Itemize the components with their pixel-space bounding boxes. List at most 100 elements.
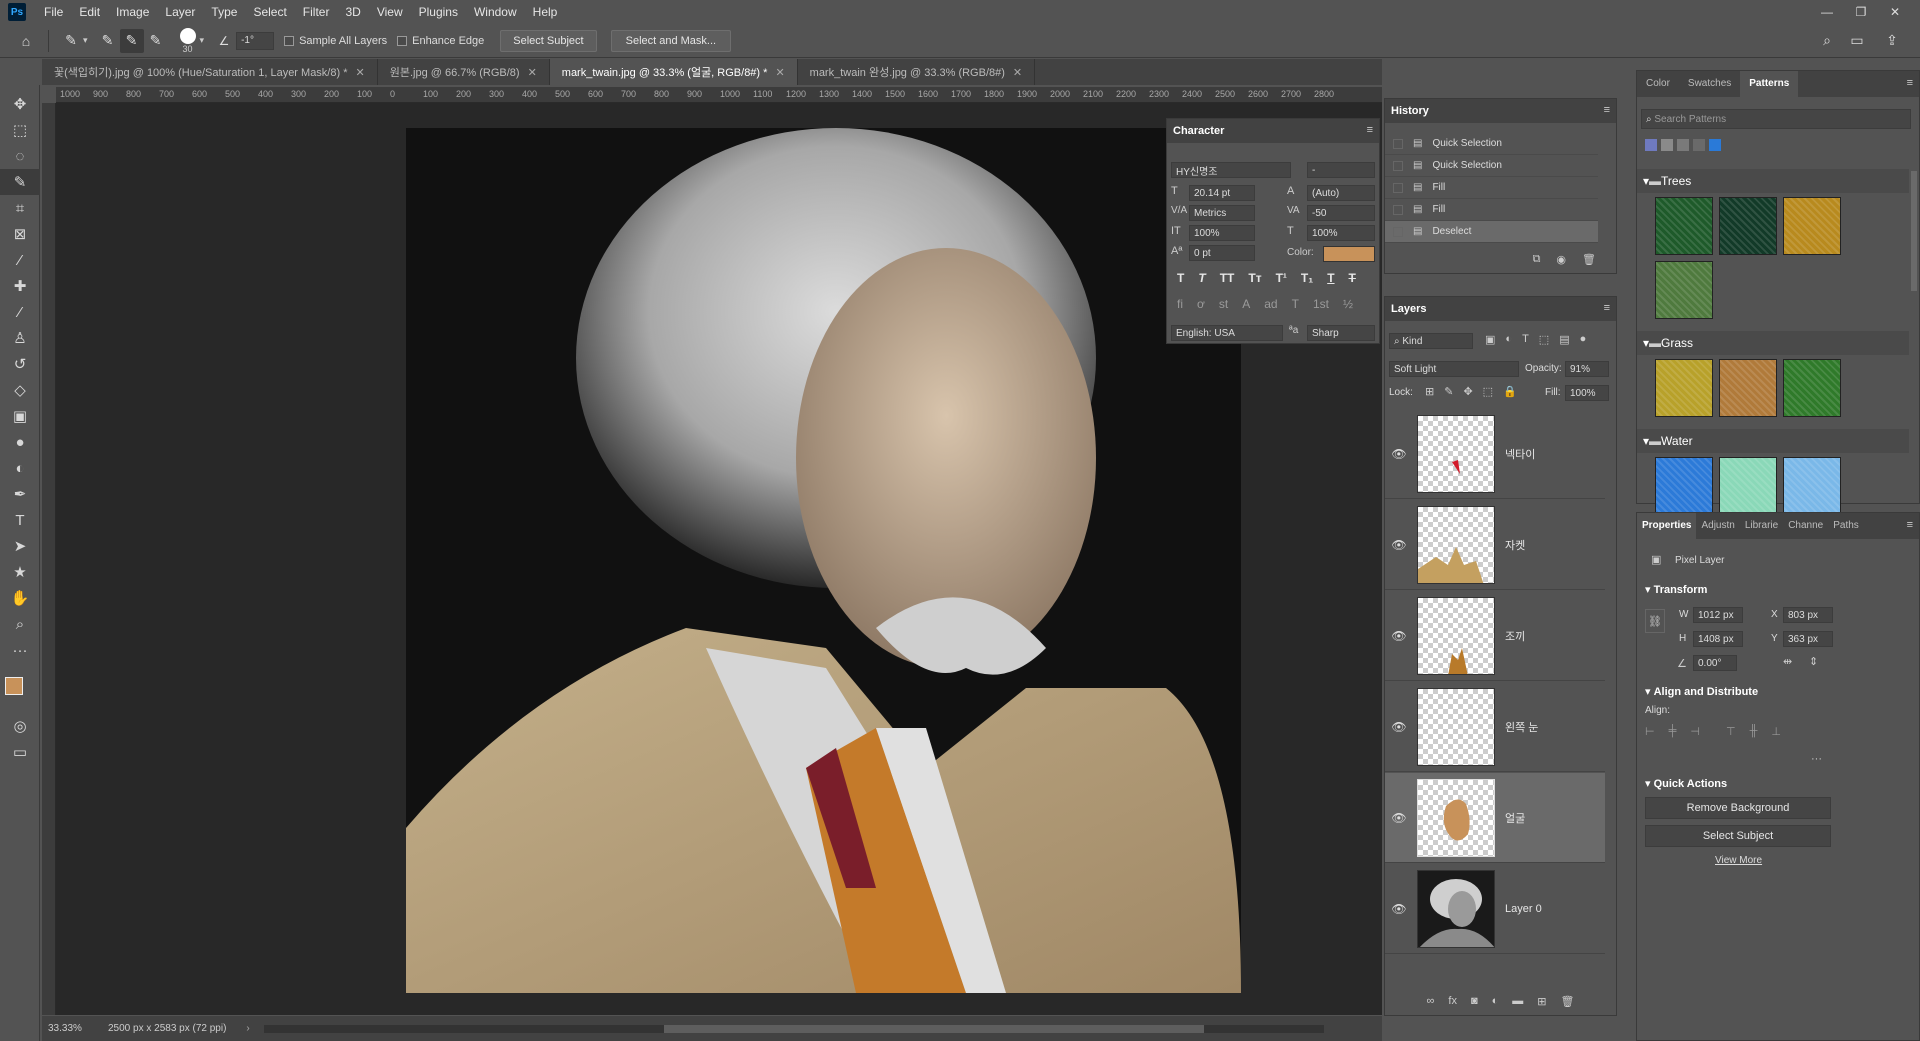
strikethrough-icon[interactable]: T bbox=[1349, 271, 1356, 285]
close-window-icon[interactable]: ✕ bbox=[1878, 0, 1912, 24]
pattern-swatch[interactable] bbox=[1719, 359, 1777, 417]
lock-transparency-icon[interactable]: ⊞ bbox=[1425, 385, 1434, 398]
foreground-color-swatch[interactable] bbox=[5, 677, 23, 695]
panel-menu-icon[interactable]: ≡ bbox=[1907, 519, 1913, 531]
add-mask-icon[interactable]: ◙ bbox=[1471, 995, 1478, 1007]
move-tool-icon[interactable]: ✥ bbox=[0, 91, 40, 117]
subscript-icon[interactable]: T₁ bbox=[1301, 271, 1313, 285]
menu-view[interactable]: View bbox=[369, 0, 411, 24]
layers-panel-title[interactable]: Layers bbox=[1385, 297, 1616, 321]
history-panel-title[interactable]: History bbox=[1385, 99, 1616, 123]
history-brush-tool-icon[interactable]: ↺ bbox=[0, 351, 40, 377]
tab-librarie[interactable]: Librarie bbox=[1740, 513, 1783, 539]
blend-mode-select[interactable]: Soft Light bbox=[1389, 361, 1519, 377]
crop-tool-icon[interactable]: ⌗ bbox=[0, 195, 40, 221]
brush-dropdown-icon[interactable]: ▾ bbox=[200, 35, 205, 46]
history-checkbox[interactable] bbox=[1393, 138, 1403, 149]
new-group-icon[interactable]: ▬ bbox=[1512, 995, 1523, 1007]
adjustment-layer-icon[interactable]: ◐ bbox=[1492, 995, 1499, 1007]
flip-vertical-icon[interactable]: ⇕ bbox=[1809, 655, 1818, 668]
history-checkbox[interactable] bbox=[1393, 160, 1403, 171]
pattern-swatch[interactable] bbox=[1655, 457, 1713, 515]
new-layer-icon[interactable]: ⊞ bbox=[1537, 995, 1546, 1008]
eye-visibility-icon[interactable]: 👁 bbox=[1385, 902, 1413, 916]
preset-thumb-icon[interactable] bbox=[1709, 139, 1721, 151]
all-caps-icon[interactable]: TT bbox=[1220, 271, 1235, 285]
brush-size-picker[interactable]: 30 bbox=[179, 27, 196, 54]
share-icon[interactable]: ⇪ bbox=[1880, 29, 1904, 53]
pattern-swatch[interactable] bbox=[1719, 457, 1777, 515]
frame-tool-icon[interactable]: ⊠ bbox=[0, 221, 40, 247]
close-tab-icon[interactable]: ✕ bbox=[356, 66, 365, 79]
horizontal-scrollbar[interactable] bbox=[263, 1024, 1324, 1033]
lasso-tool-icon[interactable]: ◌ bbox=[0, 143, 40, 169]
search-icon[interactable]: ⌕ bbox=[1815, 29, 1839, 53]
document-tab[interactable]: mark_twain.jpg @ 33.3% (얼굴, RGB/8#) * ✕ bbox=[549, 59, 798, 85]
baseline-shift-input[interactable]: 0 pt bbox=[1189, 245, 1255, 261]
history-state[interactable]: ▤ Fill bbox=[1385, 177, 1598, 199]
healing-brush-tool-icon[interactable]: ✚ bbox=[0, 273, 40, 299]
hand-tool-icon[interactable]: ✋ bbox=[0, 585, 40, 611]
new-selection-icon[interactable]: ✎ bbox=[96, 29, 120, 53]
underline-icon[interactable]: T bbox=[1327, 271, 1334, 285]
document-image[interactable] bbox=[406, 128, 1241, 993]
quick-actions-section[interactable]: ▾ Quick Actions bbox=[1645, 777, 1920, 791]
ligature-icon[interactable]: fi bbox=[1177, 297, 1183, 311]
character-panel-title[interactable]: Character bbox=[1167, 119, 1379, 143]
pattern-swatch[interactable] bbox=[1783, 359, 1841, 417]
menu-help[interactable]: Help bbox=[525, 0, 566, 24]
menu-3d[interactable]: 3D bbox=[337, 0, 368, 24]
tab-properties[interactable]: Properties bbox=[1637, 513, 1697, 539]
menu-layer[interactable]: Layer bbox=[157, 0, 203, 24]
pen-tool-icon[interactable]: ✒ bbox=[0, 481, 40, 507]
remove-background-button[interactable]: Remove Background bbox=[1645, 797, 1831, 819]
superscript-icon[interactable]: T¹ bbox=[1276, 271, 1287, 285]
eye-visibility-icon[interactable]: 👁 bbox=[1385, 811, 1413, 825]
snapshot-camera-icon[interactable]: ◉ bbox=[1556, 253, 1566, 266]
lock-position-icon[interactable]: ✥ bbox=[1463, 385, 1472, 398]
fractions-icon[interactable]: ½ bbox=[1343, 297, 1353, 311]
path-selection-tool-icon[interactable]: ➤ bbox=[0, 533, 40, 559]
link-layers-icon[interactable]: ∞ bbox=[1427, 995, 1435, 1007]
preset-thumb-icon[interactable] bbox=[1677, 139, 1689, 151]
pattern-group-header[interactable]: ▾ ▬ Water bbox=[1637, 429, 1909, 453]
pattern-swatch[interactable] bbox=[1719, 197, 1777, 255]
layer-filter-select[interactable]: ⌕ Kind bbox=[1389, 333, 1473, 349]
zoom-tool-icon[interactable]: ⌕ bbox=[0, 611, 40, 637]
horizontal-scale-input[interactable]: 100% bbox=[1307, 225, 1375, 241]
home-icon[interactable]: ⌂ bbox=[14, 29, 38, 53]
layer-row[interactable]: 👁 넥타이 bbox=[1385, 409, 1605, 499]
blur-tool-icon[interactable]: ● bbox=[0, 429, 40, 455]
menu-window[interactable]: Window bbox=[466, 0, 525, 24]
titling-icon[interactable]: ad bbox=[1264, 297, 1277, 311]
brush-tool-icon[interactable]: ⁄ bbox=[0, 299, 40, 325]
text-color-swatch[interactable] bbox=[1323, 246, 1375, 262]
panel-menu-icon[interactable]: ≡ bbox=[1604, 302, 1610, 314]
faux-bold-icon[interactable]: T bbox=[1177, 271, 1184, 285]
language-select[interactable]: English: USA bbox=[1171, 325, 1283, 341]
tab-paths[interactable]: Paths bbox=[1828, 513, 1864, 539]
align-center-h-icon[interactable]: ╪ bbox=[1669, 725, 1677, 738]
swash-icon[interactable]: st bbox=[1219, 297, 1228, 311]
font-family-select[interactable]: HY신명조 bbox=[1171, 162, 1291, 178]
transform-section[interactable]: ▾ Transform bbox=[1645, 583, 1920, 597]
eye-visibility-icon[interactable]: 👁 bbox=[1385, 538, 1413, 552]
clone-stamp-tool-icon[interactable]: ♙ bbox=[0, 325, 40, 351]
pixel-filter-icon[interactable]: ▣ bbox=[1485, 333, 1495, 346]
tab-color[interactable]: Color bbox=[1637, 71, 1679, 97]
close-tab-icon[interactable]: ✕ bbox=[528, 66, 537, 79]
smart-object-filter-icon[interactable]: ▤ bbox=[1559, 333, 1569, 346]
add-to-selection-icon[interactable]: ✎ bbox=[119, 28, 144, 53]
restore-icon[interactable]: ❐ bbox=[1844, 0, 1878, 24]
menu-file[interactable]: File bbox=[36, 0, 71, 24]
pattern-group-header[interactable]: ▾ ▬ Trees bbox=[1637, 169, 1909, 193]
layer-row[interactable]: 👁 자켓 bbox=[1385, 500, 1605, 590]
select-subject-button[interactable]: Select Subject bbox=[500, 29, 597, 52]
document-tab[interactable]: 꽃(색입히기).jpg @ 100% (Hue/Saturation 1, La… bbox=[42, 59, 378, 85]
contextual-icon[interactable]: 1st bbox=[1313, 297, 1329, 311]
type-tool-icon[interactable]: T bbox=[0, 507, 40, 533]
lock-all-icon[interactable]: 🔒 bbox=[1503, 385, 1517, 398]
pattern-swatch[interactable] bbox=[1655, 197, 1713, 255]
small-caps-icon[interactable]: Tт bbox=[1248, 271, 1261, 285]
zoom-level[interactable]: 33.33% bbox=[48, 1023, 108, 1034]
